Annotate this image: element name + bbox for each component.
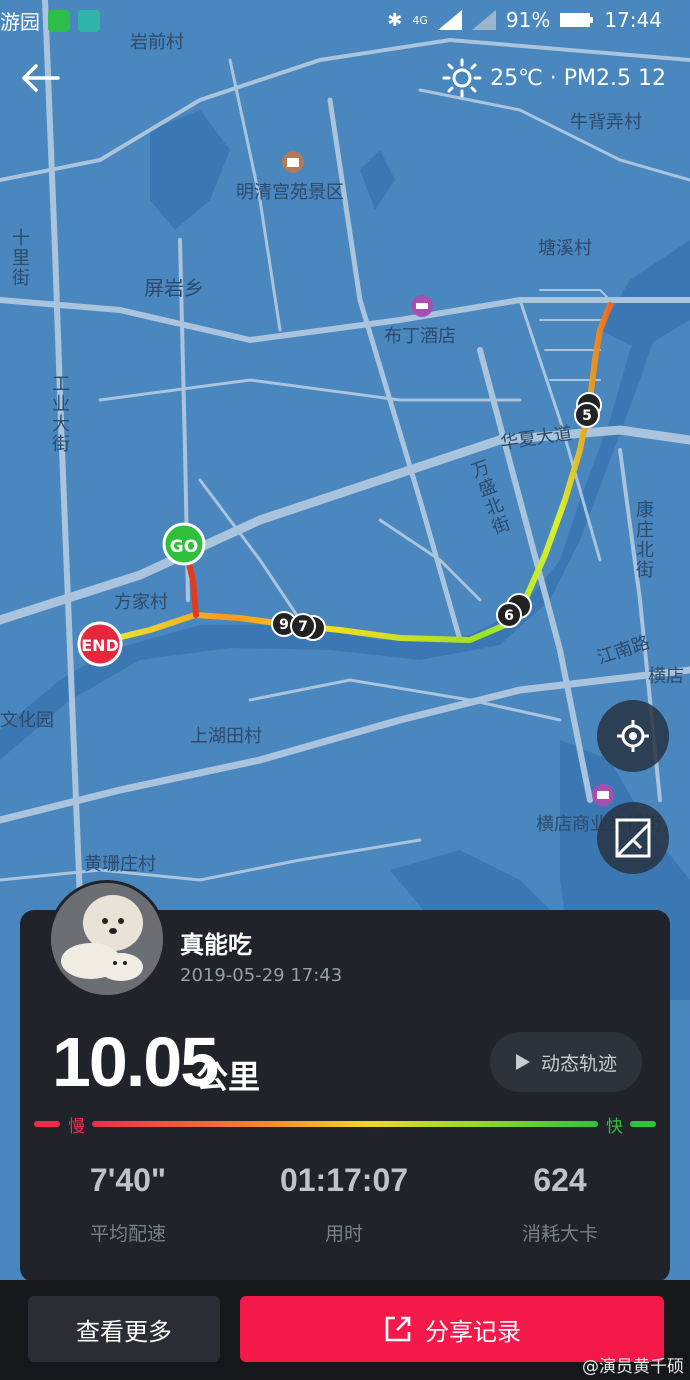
- speed-gradient-bar: [92, 1121, 598, 1127]
- view-more-button[interactable]: 查看更多: [28, 1296, 220, 1362]
- battery-percent: 91%: [505, 8, 551, 32]
- sun-icon: [442, 58, 482, 98]
- museum-icon: [282, 151, 304, 173]
- share-record-label: 分享记录: [425, 1317, 521, 1346]
- map-label-tangxicun: 塘溪村: [538, 238, 592, 259]
- signal-icon: [437, 10, 462, 30]
- clock: 17:44: [604, 8, 662, 32]
- speed-slow-swatch: [34, 1121, 60, 1127]
- weather-text: 25℃ · PM2.5 12: [490, 65, 666, 91]
- svg-text:7: 7: [298, 619, 308, 635]
- hotel-icon: [411, 295, 433, 317]
- map-label-kangzhuangbeijie: 康庄北街: [633, 500, 654, 580]
- end-marker: END: [77, 621, 123, 667]
- map-label-mingqing: 明清宫苑景区: [236, 182, 344, 203]
- wechat-icon: [48, 9, 70, 32]
- status-bar: 游园 ✱ 4G 91% 17:44: [0, 0, 690, 40]
- map-label-wenhuayuan: 文化园: [0, 710, 54, 731]
- stat-calories: 624 消耗大卡: [460, 1162, 660, 1246]
- map-label-pingyanxiang: 屏岩乡: [144, 276, 204, 300]
- map-label-huangshanzhuangcun: 黄珊庄村: [84, 854, 156, 875]
- avg-pace-label: 平均配速: [89, 1223, 166, 1245]
- map-label-fangjiacun: 方家村: [114, 592, 168, 613]
- speed-legend: 慢 快: [34, 1112, 656, 1137]
- duration-value: 01:17:07: [279, 1162, 409, 1198]
- duration-label: 用时: [324, 1223, 363, 1245]
- weather-widget: 25℃ · PM2.5 12: [442, 58, 666, 98]
- svg-text:6: 6: [504, 608, 514, 624]
- weibo-watermark: @演员黄千硕: [582, 1357, 684, 1377]
- replay-track-button[interactable]: 动态轨迹: [490, 1032, 642, 1092]
- signal-2-icon: [471, 10, 496, 30]
- svg-text:END: END: [81, 636, 119, 655]
- stat-duration: 01:17:07 用时: [244, 1162, 444, 1246]
- km-marker-7: 7: [290, 613, 316, 639]
- km-marker-6: 6: [496, 602, 522, 628]
- map-style-button[interactable]: [597, 802, 669, 874]
- bluetooth-icon: ✱: [387, 9, 403, 31]
- svg-text:9: 9: [279, 617, 289, 633]
- image-toggle-icon: [615, 818, 651, 858]
- speed-fast-label: 快: [606, 1117, 623, 1137]
- stat-avg-pace: 7'40" 平均配速: [28, 1162, 228, 1246]
- distance-unit: 公里: [196, 1058, 261, 1096]
- svg-text:GO: GO: [170, 537, 198, 557]
- share-icon: [385, 1316, 411, 1342]
- speed-fast-swatch: [630, 1121, 656, 1127]
- speed-slow-label: 慢: [68, 1117, 85, 1137]
- km-marker-5: 5: [574, 402, 600, 428]
- locate-button[interactable]: [597, 700, 669, 772]
- map-label-budingjiudian: 布丁酒店: [384, 326, 456, 347]
- map-label-shiligai: 十里街: [9, 228, 30, 288]
- avg-pace-value: 7'40": [89, 1162, 167, 1198]
- status-app-text: 游园: [0, 10, 40, 34]
- battery-icon: [560, 13, 594, 27]
- start-marker: GO: [162, 522, 206, 566]
- svg-text:5: 5: [582, 408, 592, 424]
- user-name: 真能吃: [180, 931, 252, 959]
- map-label-gongyedajie: 工业大街: [49, 374, 70, 454]
- distance-value: 10.05: [52, 1023, 219, 1101]
- calories-value: 624: [533, 1162, 587, 1198]
- map-label-shanghutiancun: 上湖田村: [190, 726, 262, 747]
- network-type: 4G: [412, 13, 428, 27]
- notification-bell-icon: [78, 9, 100, 32]
- run-datetime: 2019-05-29 17:43: [180, 965, 343, 986]
- avatar-dogs-image: [51, 883, 163, 995]
- calories-label: 消耗大卡: [521, 1223, 598, 1245]
- view-more-label: 查看更多: [76, 1317, 172, 1346]
- shopping-icon: [592, 784, 614, 806]
- map-label-hengdian: 横店: [648, 666, 684, 687]
- map-label-niubeinongcun: 牛背弄村: [570, 112, 642, 133]
- avatar[interactable]: [48, 880, 166, 998]
- play-icon: [515, 1054, 530, 1070]
- replay-track-label: 动态轨迹: [540, 1052, 617, 1075]
- back-arrow-icon[interactable]: [18, 60, 62, 96]
- crosshair-icon: [617, 720, 649, 752]
